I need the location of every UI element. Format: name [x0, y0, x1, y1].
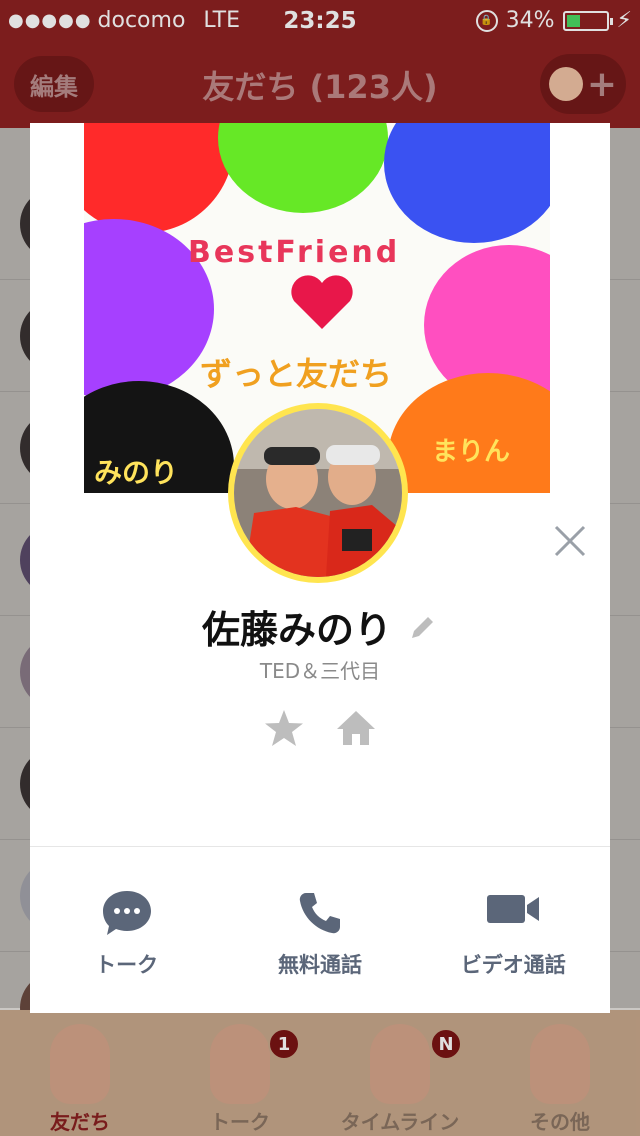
free-call-button[interactable]: 無料通話	[223, 847, 416, 1013]
status-message: TED＆三代目	[259, 659, 381, 683]
profile-photo	[234, 409, 402, 577]
cover-blob-green	[218, 123, 388, 213]
cover-text-zutto: ずっと友だち	[200, 355, 393, 393]
talk-label: トーク	[95, 953, 159, 977]
edit-pencil-icon[interactable]	[408, 612, 438, 642]
star-icon[interactable]	[263, 707, 305, 749]
avatar[interactable]	[234, 409, 402, 577]
video-call-button[interactable]: ビデオ通話	[417, 847, 610, 1013]
cover-blob-red	[84, 123, 234, 233]
chat-bubble-icon	[102, 891, 151, 935]
heart-icon	[291, 275, 353, 329]
cover-blob-blue	[384, 123, 550, 243]
talk-button[interactable]: トーク	[30, 847, 223, 1013]
video-camera-icon	[487, 895, 540, 923]
cover-text-minori: みのり	[94, 456, 179, 489]
close-icon[interactable]	[552, 523, 588, 559]
profile-name: 佐藤みのり	[201, 608, 392, 652]
profile-popup: BestFriend ずっと友だち みのり まりん 佐藤みのり TED＆三代目	[30, 123, 610, 1013]
phone-icon	[299, 893, 340, 934]
video-call-label: ビデオ通話	[460, 953, 566, 977]
cover-text-marin: まりん	[432, 437, 511, 467]
home-icon[interactable]	[335, 707, 377, 749]
cover-text-bestfriend: BestFriend	[188, 235, 401, 270]
free-call-label: 無料通話	[277, 953, 362, 977]
